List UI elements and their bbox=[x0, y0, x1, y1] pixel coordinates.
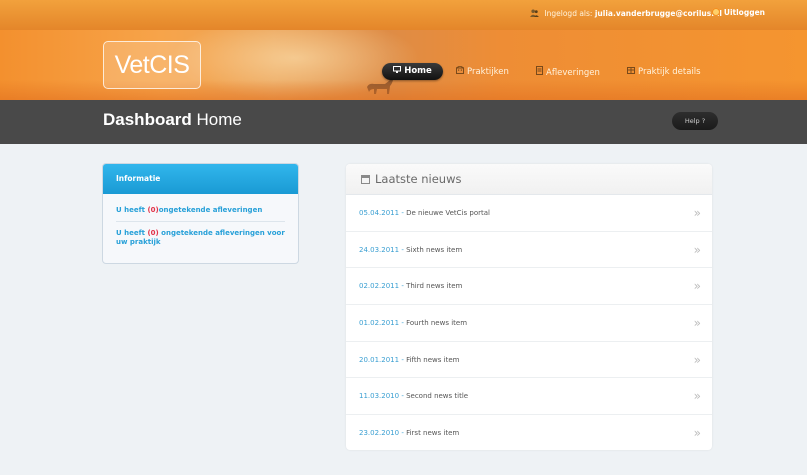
nav-praktijk-details-label: Praktijk details bbox=[638, 67, 701, 77]
user-email: julia.vanderbrugge@corilus.nl bbox=[594, 9, 722, 18]
nav-afleveringen-label: Afleveringen bbox=[546, 68, 600, 78]
info-line1-count: (0) bbox=[147, 206, 159, 214]
title-bar: Dashboard Home Help ? bbox=[0, 100, 807, 144]
logout-icon bbox=[711, 8, 720, 16]
double-chevron-right-icon: » bbox=[693, 206, 702, 220]
news-item[interactable]: 20.01.2011 - Fifth news item» bbox=[346, 342, 712, 379]
news-item-title: Third news item bbox=[406, 282, 463, 291]
news-item-title: Second news title bbox=[406, 392, 469, 401]
nav-praktijk-details[interactable]: Praktijk details bbox=[627, 66, 701, 77]
unsigned-deliveries-link[interactable]: U heeft (0)ongetekende afleveringen bbox=[116, 194, 285, 222]
info-line1-prefix: U heeft bbox=[116, 206, 148, 214]
news-item-title: De nieuwe VetCis portal bbox=[406, 209, 490, 217]
news-item-date: 23.02.2010 bbox=[359, 429, 400, 438]
building-icon bbox=[455, 65, 465, 77]
news-item[interactable]: 23.02.2010 - First news item» bbox=[346, 415, 712, 452]
news-item-date: 11.03.2010 bbox=[359, 392, 400, 401]
page-title-main: Dashboard bbox=[103, 110, 192, 129]
news-item-date: 20.01.2011 bbox=[359, 355, 400, 364]
news-heading-label: Laatste nieuws bbox=[375, 172, 462, 186]
news-item[interactable]: 11.03.2010 - Second news title» bbox=[346, 378, 712, 416]
header-banner: VetCIS Home Praktijken Afleveringen Prak… bbox=[0, 30, 807, 100]
double-chevron-right-icon: » bbox=[693, 352, 702, 367]
news-item[interactable]: 02.02.2011 - Third news item» bbox=[346, 268, 712, 306]
page-title: Dashboard Home bbox=[103, 110, 242, 130]
double-chevron-right-icon: » bbox=[693, 426, 702, 441]
logged-in-info: Ingelogd als: julia.vanderbrugge@corilus… bbox=[530, 9, 722, 18]
news-item-title: Fifth news item bbox=[406, 355, 460, 364]
calendar-icon bbox=[361, 175, 370, 184]
page-title-sub: Home bbox=[196, 110, 242, 129]
main-nav: Home Praktijken Afleveringen Praktijk de… bbox=[0, 63, 807, 83]
top-bar: Ingelogd als: julia.vanderbrugge@corilus… bbox=[0, 0, 807, 30]
nav-praktijken-label: Praktijken bbox=[467, 67, 509, 77]
double-chevron-right-icon: » bbox=[693, 279, 702, 294]
news-item-title: First news item bbox=[406, 429, 460, 438]
user-icon bbox=[530, 9, 539, 17]
news-item[interactable]: 24.03.2011 - Sixth news item» bbox=[346, 232, 712, 269]
nav-praktijken[interactable]: Praktijken bbox=[455, 65, 509, 77]
news-item-date: 24.03.2011 bbox=[359, 245, 400, 254]
news-item-date: 01.02.2011 bbox=[359, 319, 400, 328]
news-item-date: 05.04.2011 bbox=[359, 209, 400, 217]
news-item-title: Sixth news item bbox=[406, 245, 463, 254]
logout-label: Uitloggen bbox=[723, 8, 765, 17]
monitor-icon bbox=[393, 63, 402, 80]
info-line2-prefix: U heeft bbox=[116, 229, 148, 237]
info-panel-heading: Informatie bbox=[103, 164, 298, 194]
news-item[interactable]: 01.02.2011 - Fourth news item» bbox=[346, 305, 712, 342]
news-item-date: 02.02.2011 bbox=[359, 282, 400, 291]
double-chevron-right-icon: » bbox=[693, 389, 702, 404]
building-details-icon bbox=[627, 66, 635, 77]
practice-unsigned-deliveries-link[interactable]: U heeft (0) ongetekende afleveringen voo… bbox=[116, 222, 285, 247]
nav-afleveringen[interactable]: Afleveringen bbox=[536, 66, 600, 78]
news-list: 05.04.2011 - De nieuwe VetCis portal» 24.… bbox=[346, 195, 712, 452]
logged-in-label: Ingelogd als: bbox=[544, 9, 593, 18]
nav-home[interactable]: Home bbox=[382, 63, 443, 80]
news-panel-heading: Laatste nieuws bbox=[346, 164, 712, 195]
news-item-title: Fourth news item bbox=[406, 319, 468, 328]
news-item[interactable]: 05.04.2011 - De nieuwe VetCis portal» bbox=[346, 195, 712, 232]
nav-home-label: Home bbox=[404, 66, 432, 76]
info-panel: Informatie U heeft (0)ongetekende afleve… bbox=[102, 163, 299, 264]
logout-link[interactable]: Uitloggen bbox=[711, 8, 765, 17]
info-line2-count: (0) bbox=[147, 229, 159, 237]
document-icon bbox=[536, 66, 543, 78]
info-line1-suffix: ongetekende afleveringen bbox=[158, 206, 263, 214]
news-panel: Laatste nieuws 05.04.2011 - De nieuwe Ve… bbox=[346, 164, 712, 450]
double-chevron-right-icon: » bbox=[693, 316, 702, 331]
help-button[interactable]: Help ? bbox=[672, 112, 718, 130]
double-chevron-right-icon: » bbox=[693, 242, 702, 257]
